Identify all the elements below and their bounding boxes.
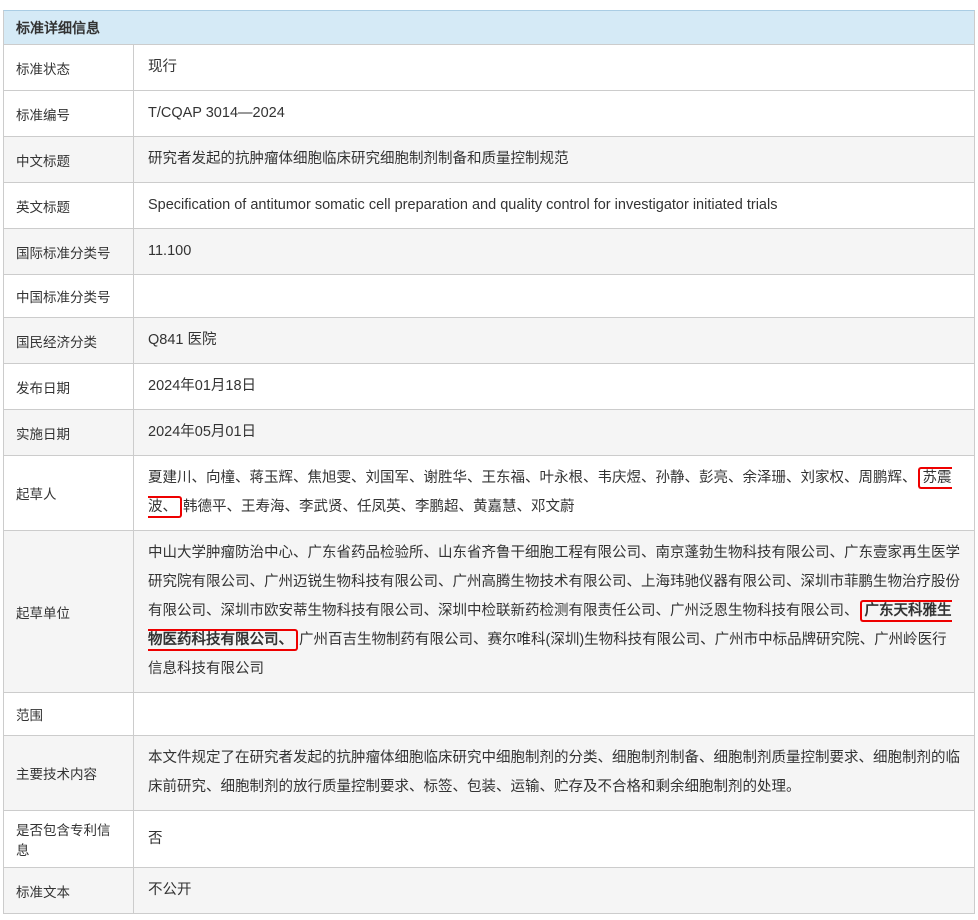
drafters-text: 夏建川、向橦、蒋玉辉、焦旭雯、刘国军、谢胜华、王东福、叶永根、韦庆煜、孙静、彭亮… <box>148 464 960 522</box>
table-row-standard-status: 标准状态 现行 <box>4 45 974 91</box>
row-value: T/CQAP 3014—2024 <box>134 91 974 136</box>
table-row-main-technical-content: 主要技术内容 本文件规定了在研究者发起的抗肿瘤体细胞临床研究中细胞制剂的分类、细… <box>4 736 974 811</box>
row-label: 主要技术内容 <box>4 736 134 810</box>
row-value: Specification of antitumor somatic cell … <box>134 183 974 228</box>
row-label: 标准编号 <box>4 91 134 136</box>
english-title-value: Specification of antitumor somatic cell … <box>148 191 777 220</box>
economic-classification-value: Q841 医院 <box>148 326 217 355</box>
table-row-implement-date: 实施日期 2024年05月01日 <box>4 410 974 456</box>
table-row-drafters: 起草人 夏建川、向橦、蒋玉辉、焦旭雯、刘国军、谢胜华、王东福、叶永根、韦庆煜、孙… <box>4 456 974 531</box>
table-row-scope: 范围 <box>4 693 974 736</box>
ics-number-value: 11.100 <box>148 237 191 266</box>
status-value: 现行 <box>148 53 177 82</box>
drafters-text-before: 夏建川、向橦、蒋玉辉、焦旭雯、刘国军、谢胜华、王东福、叶永根、韦庆煜、孙静、彭亮… <box>148 470 917 486</box>
row-label: 范围 <box>4 693 134 735</box>
table-row-patent-info: 是否包含专利信息 否 <box>4 811 974 868</box>
table-header: 标准详细信息 <box>4 11 974 45</box>
row-label: 英文标题 <box>4 183 134 228</box>
row-value: 夏建川、向橦、蒋玉辉、焦旭雯、刘国军、谢胜华、王东福、叶永根、韦庆煜、孙静、彭亮… <box>134 456 974 530</box>
row-value: Q841 医院 <box>134 318 974 363</box>
row-label: 标准文本 <box>4 868 134 913</box>
row-label: 中国标准分类号 <box>4 275 134 317</box>
row-label: 国民经济分类 <box>4 318 134 363</box>
row-label: 国际标准分类号 <box>4 229 134 274</box>
row-label: 中文标题 <box>4 137 134 182</box>
row-value <box>134 693 974 735</box>
table-row-ccs-number: 中国标准分类号 <box>4 275 974 318</box>
table-row-ics-number: 国际标准分类号 11.100 <box>4 229 974 275</box>
row-label: 起草单位 <box>4 531 134 692</box>
table-row-chinese-title: 中文标题 研究者发起的抗肿瘤体细胞临床研究细胞制剂制备和质量控制规范 <box>4 137 974 183</box>
row-value: 2024年01月18日 <box>134 364 974 409</box>
chinese-title-value: 研究者发起的抗肿瘤体细胞临床研究细胞制剂制备和质量控制规范 <box>148 145 569 174</box>
table-row-publish-date: 发布日期 2024年01月18日 <box>4 364 974 410</box>
table-row-drafting-organizations: 起草单位 中山大学肿瘤防治中心、广东省药品检验所、山东省齐鲁干细胞工程有限公司、… <box>4 531 974 693</box>
standard-text-value: 不公开 <box>148 876 192 905</box>
row-label: 是否包含专利信息 <box>4 811 134 867</box>
row-label: 标准状态 <box>4 45 134 90</box>
standard-detail-table: 标准详细信息 标准状态 现行 标准编号 T/CQAP 3014—2024 中文标… <box>3 10 975 914</box>
row-value: 2024年05月01日 <box>134 410 974 455</box>
row-value: 现行 <box>134 45 974 90</box>
standard-number-value: T/CQAP 3014—2024 <box>148 99 285 128</box>
row-value: 不公开 <box>134 868 974 913</box>
technical-content-value: 本文件规定了在研究者发起的抗肿瘤体细胞临床研究中细胞制剂的分类、细胞制剂制备、细… <box>148 744 960 802</box>
row-label: 发布日期 <box>4 364 134 409</box>
row-value: 研究者发起的抗肿瘤体细胞临床研究细胞制剂制备和质量控制规范 <box>134 137 974 182</box>
row-value: 否 <box>134 811 974 867</box>
table-row-economic-classification: 国民经济分类 Q841 医院 <box>4 318 974 364</box>
row-label: 实施日期 <box>4 410 134 455</box>
publish-date-value: 2024年01月18日 <box>148 372 256 401</box>
page-title: 标准详细信息 <box>16 18 100 38</box>
row-value: 本文件规定了在研究者发起的抗肿瘤体细胞临床研究中细胞制剂的分类、细胞制剂制备、细… <box>134 736 974 810</box>
row-value: 11.100 <box>134 229 974 274</box>
organizations-text-before: 中山大学肿瘤防治中心、广东省药品检验所、山东省齐鲁干细胞工程有限公司、南京蓬勃生… <box>148 545 960 619</box>
row-label: 起草人 <box>4 456 134 530</box>
row-value <box>134 275 974 317</box>
organizations-text: 中山大学肿瘤防治中心、广东省药品检验所、山东省齐鲁干细胞工程有限公司、南京蓬勃生… <box>148 539 960 684</box>
row-value: 中山大学肿瘤防治中心、广东省药品检验所、山东省齐鲁干细胞工程有限公司、南京蓬勃生… <box>134 531 974 692</box>
implement-date-value: 2024年05月01日 <box>148 418 256 447</box>
table-row-standard-text: 标准文本 不公开 <box>4 868 974 913</box>
drafters-text-after: 韩德平、王寿海、李武贤、任凤英、李鹏超、黄嘉慧、邓文蔚 <box>183 499 575 515</box>
table-row-standard-number: 标准编号 T/CQAP 3014—2024 <box>4 91 974 137</box>
table-row-english-title: 英文标题 Specification of antitumor somatic … <box>4 183 974 229</box>
patent-info-value: 否 <box>148 825 163 854</box>
